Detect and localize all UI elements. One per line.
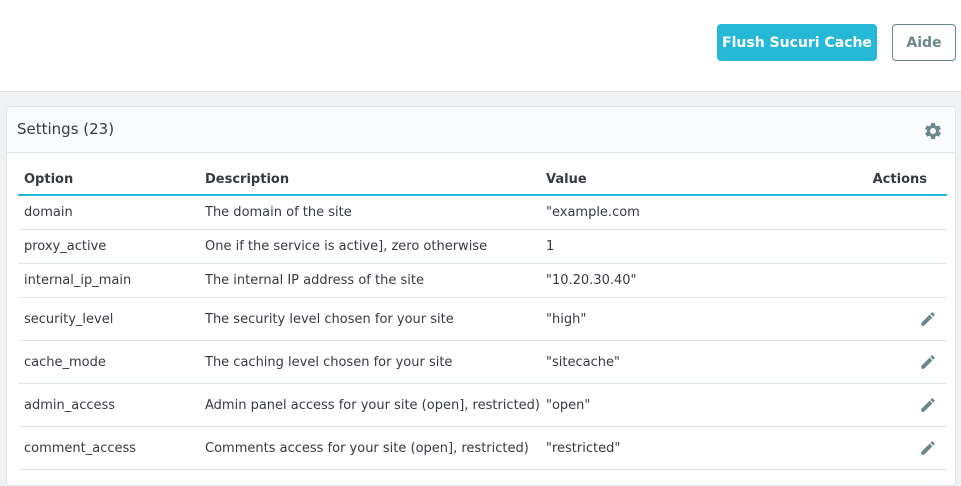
actions-cell: [860, 340, 947, 384]
table-header-row: Option Description Value Actions: [18, 165, 947, 196]
table-row: admin_access Admin panel access for your…: [18, 383, 947, 427]
settings-card: Settings (23) Option Description Value A…: [6, 106, 956, 486]
value-cell: "10.20.30.40": [540, 263, 860, 298]
option-cell: admin_access: [18, 383, 199, 427]
help-button[interactable]: Aide: [892, 24, 956, 61]
option-cell: proxy_active: [18, 229, 199, 264]
description-cell: The domain of the site: [199, 195, 540, 230]
value-cell: "restricted": [540, 426, 860, 470]
actions-cell: [860, 229, 947, 264]
option-cell: internal_ip_main: [18, 263, 199, 298]
pencil-icon[interactable]: [919, 353, 937, 371]
table-row: security_level The security level chosen…: [18, 297, 947, 341]
settings-table: Option Description Value Actions domain …: [18, 165, 947, 470]
value-cell: "example.com: [540, 195, 860, 230]
column-header-value: Value: [540, 165, 860, 196]
actions-cell: [860, 195, 947, 230]
card-title: Settings (23): [17, 120, 115, 138]
description-cell: Comments access for your site (open], re…: [199, 426, 540, 470]
card-header: Settings (23): [7, 107, 955, 153]
actions-cell: [860, 383, 947, 427]
value-cell: "sitecache": [540, 340, 860, 384]
description-cell: The security level chosen for your site: [199, 297, 540, 341]
value-cell: "high": [540, 297, 860, 341]
actions-cell: [860, 297, 947, 341]
column-header-actions: Actions: [860, 165, 947, 196]
description-cell: Admin panel access for your site (open],…: [199, 383, 540, 427]
pencil-icon[interactable]: [919, 439, 937, 457]
table-row: domain The domain of the site "example.c…: [18, 195, 947, 230]
description-cell: The caching level chosen for your site: [199, 340, 540, 384]
pencil-icon[interactable]: [919, 310, 937, 328]
option-cell: cache_mode: [18, 340, 199, 384]
option-cell: comment_access: [18, 426, 199, 470]
page-toolbar: Flush Sucuri Cache Aide: [0, 0, 961, 92]
value-cell: 1: [540, 229, 860, 264]
table-row: internal_ip_main The internal IP address…: [18, 263, 947, 298]
description-cell: The internal IP address of the site: [199, 263, 540, 298]
flush-cache-button[interactable]: Flush Sucuri Cache: [717, 24, 877, 61]
description-cell: One if the service is active], zero othe…: [199, 229, 540, 264]
table-row: comment_access Comments access for your …: [18, 426, 947, 470]
table-row: cache_mode The caching level chosen for …: [18, 340, 947, 384]
table-row: proxy_active One if the service is activ…: [18, 229, 947, 264]
option-cell: security_level: [18, 297, 199, 341]
gear-icon[interactable]: [923, 121, 943, 141]
option-cell: domain: [18, 195, 199, 230]
column-header-option: Option: [18, 165, 199, 196]
actions-cell: [860, 263, 947, 298]
actions-cell: [860, 426, 947, 470]
pencil-icon[interactable]: [919, 396, 937, 414]
column-header-description: Description: [199, 165, 540, 196]
value-cell: "open": [540, 383, 860, 427]
